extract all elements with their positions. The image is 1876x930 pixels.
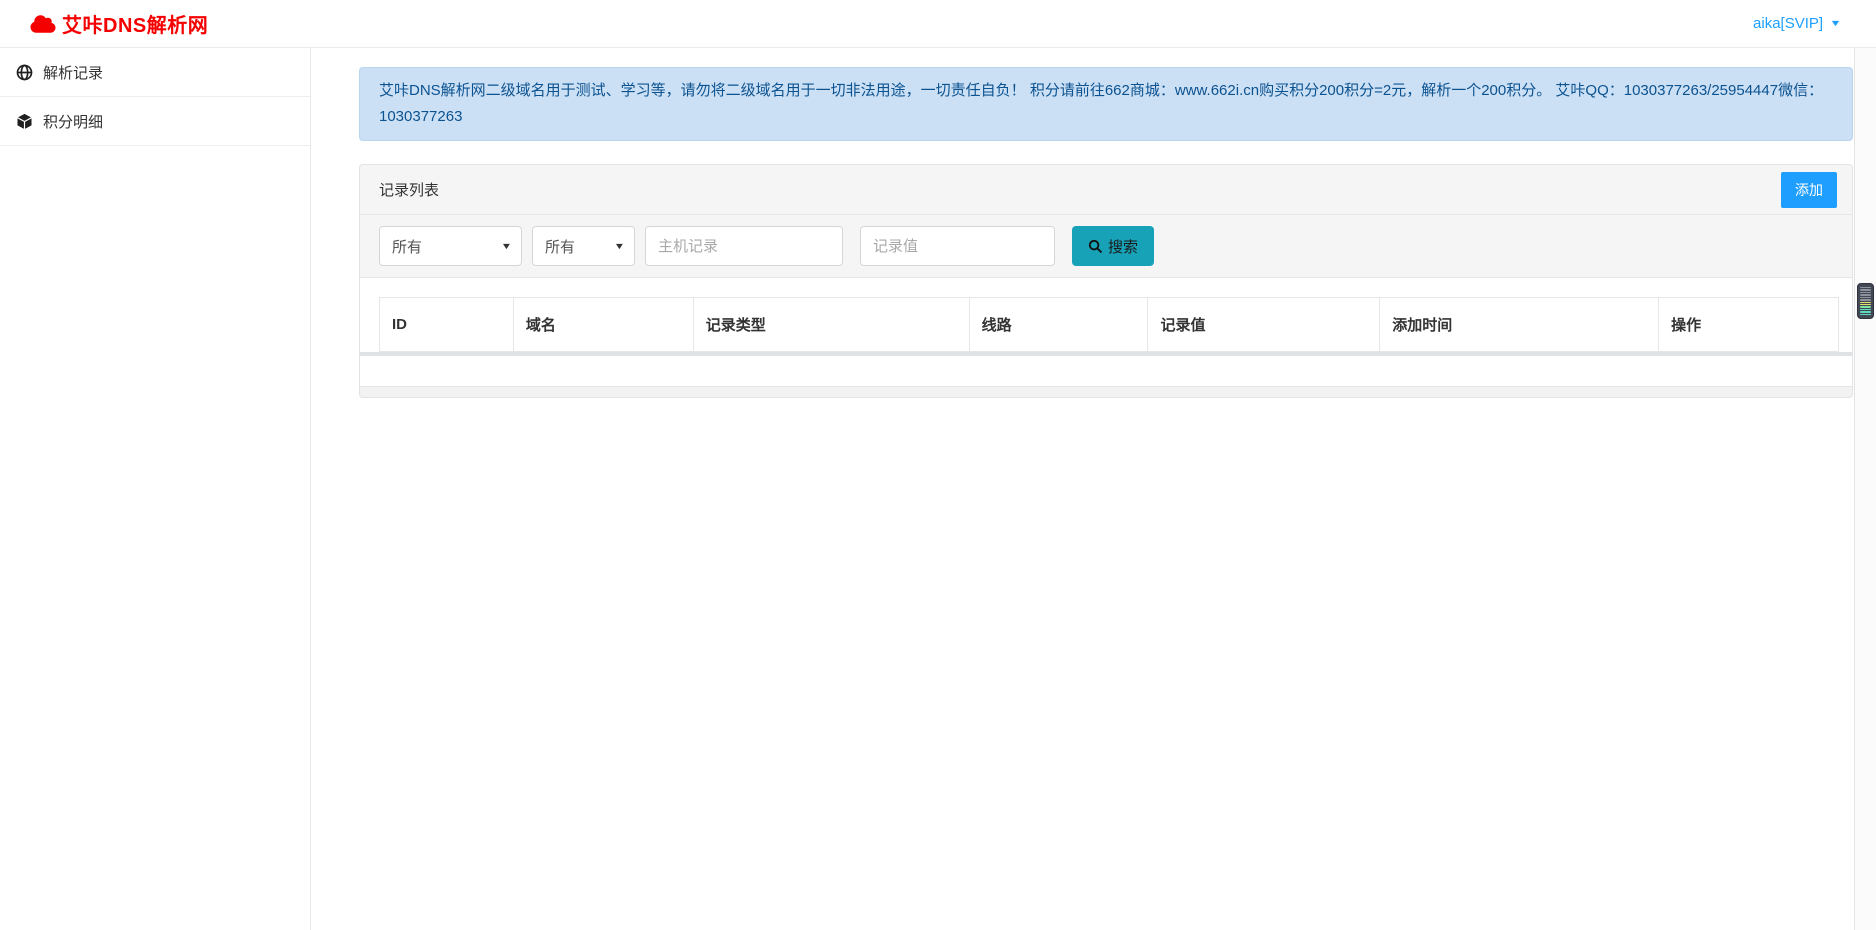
table-header-row: ID 域名 记录类型 线路 记录值 添加时间 操作 [380, 298, 1839, 352]
domain-select-value: 所有 [392, 236, 422, 257]
domain-select[interactable]: 所有 ▼ [379, 226, 522, 266]
records-table: ID 域名 记录类型 线路 记录值 添加时间 操作 [379, 297, 1839, 352]
col-header-id: ID [380, 298, 514, 352]
add-button[interactable]: 添加 [1781, 172, 1837, 208]
scrollbar-track [1854, 48, 1876, 930]
col-header-type: 记录类型 [693, 298, 969, 352]
col-header-action: 操作 [1659, 298, 1839, 352]
record-value-input[interactable] [860, 226, 1055, 266]
type-select-value: 所有 [545, 236, 575, 257]
sidebar-item-label: 积分明细 [43, 111, 103, 132]
globe-icon [16, 64, 33, 81]
brand-title: 艾咔DNS解析网 [62, 9, 208, 38]
panel-header: 记录列表 添加 [360, 165, 1852, 215]
records-table-wrap: ID 域名 记录类型 线路 记录值 添加时间 操作 [360, 278, 1852, 352]
col-header-time: 添加时间 [1380, 298, 1659, 352]
sidebar: 解析记录 积分明细 [0, 48, 311, 930]
type-select[interactable]: 所有 ▼ [532, 226, 635, 266]
chevron-down-icon: ▼ [614, 241, 626, 251]
chevron-down-icon: ▼ [501, 241, 513, 251]
sidebar-item-points[interactable]: 积分明细 [0, 97, 310, 146]
col-header-domain: 域名 [513, 298, 693, 352]
chevron-down-icon: ▼ [1829, 19, 1841, 28]
search-button[interactable]: 搜索 [1072, 226, 1154, 266]
user-menu-label: aika[SVIP] [1753, 15, 1823, 32]
panel-footer [360, 386, 1852, 397]
search-button-label: 搜索 [1108, 236, 1138, 257]
host-record-input[interactable] [645, 226, 843, 266]
scrollbar-minimap-thumb[interactable] [1857, 283, 1874, 319]
notice-banner: 艾咔DNS解析网二级域名用于测试、学习等，请勿将二级域名用于一切非法用途，一切责… [359, 67, 1853, 141]
sidebar-item-records[interactable]: 解析记录 [0, 48, 310, 97]
top-navbar: 艾咔DNS解析网 aika[SVIP] ▼ [0, 0, 1876, 48]
brand-link[interactable]: 艾咔DNS解析网 [30, 9, 208, 38]
record-list-panel: 记录列表 添加 所有 ▼ 所有 ▼ [359, 164, 1853, 398]
sidebar-item-label: 解析记录 [43, 62, 103, 83]
cloud-icon [30, 14, 56, 34]
col-header-value: 记录值 [1148, 298, 1380, 352]
panel-title: 记录列表 [379, 179, 439, 200]
main-area: 艾咔DNS解析网二级域名用于测试、学习等，请勿将二级域名用于一切非法用途，一切责… [311, 48, 1876, 930]
table-empty-space [360, 356, 1852, 386]
cube-icon [16, 113, 33, 130]
col-header-line: 线路 [969, 298, 1148, 352]
filter-bar: 所有 ▼ 所有 ▼ 搜索 [360, 215, 1852, 278]
user-menu[interactable]: aika[SVIP] ▼ [1753, 15, 1840, 32]
search-icon [1088, 239, 1103, 254]
